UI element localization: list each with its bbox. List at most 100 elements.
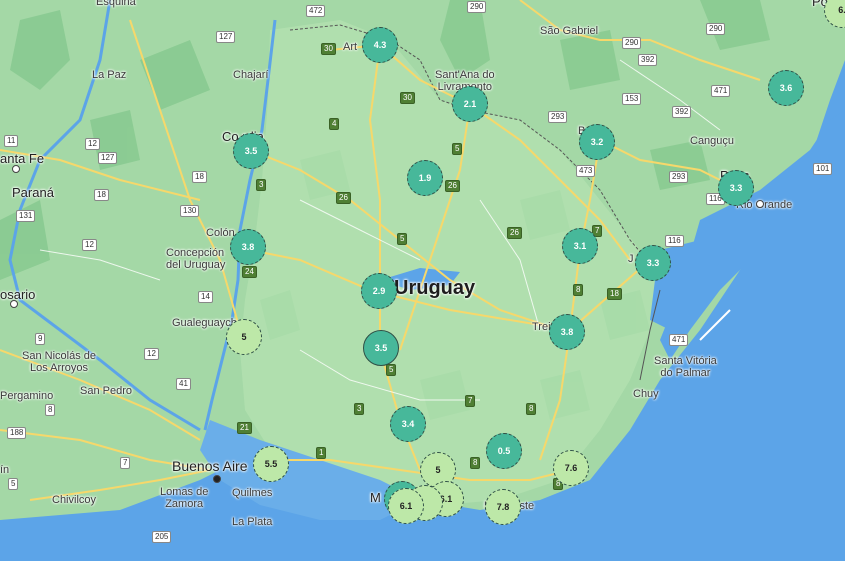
- cluster-marker[interactable]: 1.9: [407, 160, 443, 196]
- road-shield: 290: [706, 23, 726, 35]
- place-label-colon: Colón: [206, 227, 235, 239]
- road-shield: 11: [4, 135, 19, 147]
- cluster-marker[interactable]: 3.1: [562, 228, 598, 264]
- road-shield: 8: [45, 404, 56, 416]
- road-shield: 3: [256, 179, 267, 191]
- cluster-marker[interactable]: 3.8: [230, 229, 266, 265]
- cluster-marker[interactable]: 3.2: [579, 124, 615, 160]
- cluster-marker[interactable]: 3.5: [363, 330, 399, 366]
- city-dot-santa-fe: [12, 165, 20, 173]
- road-shield: 41: [176, 378, 191, 390]
- place-label-artigas: Art: [343, 41, 358, 53]
- cluster-marker[interactable]: 0.5: [486, 433, 522, 469]
- road-shield: 101: [813, 163, 833, 175]
- road-shield: 3: [354, 403, 365, 415]
- cluster-marker[interactable]: 7.8: [485, 489, 521, 525]
- place-label-pergamino: Pergamino: [0, 390, 54, 402]
- road-shield: 471: [711, 85, 731, 97]
- place-label-junin: ín: [0, 464, 10, 476]
- road-shield: 8: [470, 457, 481, 469]
- road-shield: 5: [397, 233, 408, 245]
- place-label-cangucu: Canguçu: [690, 135, 735, 147]
- road-shield: 30: [321, 43, 336, 55]
- road-shield: 30: [400, 92, 415, 104]
- road-shield: 12: [144, 348, 159, 360]
- place-label-chivilcoy: Chivilcoy: [52, 494, 97, 506]
- place-label-san-pedro: San Pedro: [80, 385, 132, 397]
- place-label-buenos-aires: Buenos Aire: [172, 458, 248, 474]
- road-shield: 24: [242, 266, 257, 278]
- place-label-montevideo: M: [370, 490, 381, 505]
- road-shield: 14: [198, 291, 213, 303]
- place-label-sao-gabriel: São Gabriel: [540, 25, 599, 37]
- place-label-santa-vitoria: Santa Vitória do Palmar: [654, 355, 717, 379]
- road-shield: 4: [329, 118, 340, 130]
- cluster-marker[interactable]: 3.4: [390, 406, 426, 442]
- road-shield: 127: [98, 152, 118, 164]
- road-shield: 18: [94, 189, 109, 201]
- road-shield: 12: [85, 138, 100, 150]
- cluster-marker[interactable]: 5: [226, 319, 262, 355]
- cluster-marker[interactable]: 3.8: [549, 314, 585, 350]
- place-label-jaguarao: J: [628, 253, 634, 265]
- place-label-quilmes: Quilmes: [232, 487, 273, 499]
- road-shield: 205: [152, 531, 172, 543]
- cluster-marker[interactable]: 3.6: [768, 70, 804, 106]
- cluster-marker[interactable]: 6.1: [388, 488, 424, 524]
- road-shield: 5: [8, 478, 19, 490]
- road-shield: 392: [672, 106, 692, 118]
- road-shield: 7: [120, 457, 131, 469]
- city-dot-rio-grande: [756, 200, 764, 208]
- country-label: Uruguay: [394, 277, 476, 299]
- road-shield: 130: [180, 205, 200, 217]
- place-label-chuy: Chuy: [633, 388, 659, 400]
- place-label-rosario: osario: [0, 287, 36, 302]
- road-shield: 290: [467, 1, 487, 13]
- road-shield: 473: [576, 165, 596, 177]
- road-shield: 5: [386, 364, 397, 376]
- road-shield: 26: [445, 180, 460, 192]
- cluster-marker[interactable]: 5.5: [253, 446, 289, 482]
- road-shield: 290: [622, 37, 642, 49]
- road-shield: 153: [622, 93, 642, 105]
- road-shield: 131: [16, 210, 36, 222]
- road-shield: 26: [336, 192, 351, 204]
- place-label-parana: Paraná: [12, 185, 54, 200]
- road-shield: 7: [465, 395, 476, 407]
- place-label-santa-fe: anta Fe: [0, 151, 45, 166]
- road-shield: 18: [607, 288, 622, 300]
- place-label-lomas: Lomas de Zamora: [160, 486, 209, 510]
- cluster-marker[interactable]: 3.5: [233, 133, 269, 169]
- road-shield: 116: [665, 235, 684, 247]
- road-shield: 26: [507, 227, 522, 239]
- city-dot-buenos-aires: [213, 475, 221, 483]
- place-label-esquina: Esquina: [96, 0, 136, 8]
- cluster-marker[interactable]: 3.3: [718, 170, 754, 206]
- place-label-concepcion: Concepción del Uruguay: [166, 247, 226, 271]
- road-shield: 8: [573, 284, 584, 296]
- cluster-marker[interactable]: 2.1: [452, 86, 488, 122]
- road-shield: 471: [669, 334, 689, 346]
- cluster-marker[interactable]: 2.9: [361, 273, 397, 309]
- road-shield: 127: [216, 31, 236, 43]
- road-shield: 5: [452, 143, 463, 155]
- cluster-marker[interactable]: 4.3: [362, 27, 398, 63]
- road-shield: 12: [82, 239, 97, 251]
- place-label-san-nicolas: San Nicolás de Los Arroyos: [22, 350, 96, 374]
- road-shield: 293: [669, 171, 689, 183]
- city-dot-rosario: [10, 300, 18, 308]
- road-shield: 8: [526, 403, 537, 415]
- road-shield: 392: [638, 54, 658, 66]
- road-shield: 1: [316, 447, 327, 459]
- road-shield: 472: [306, 5, 326, 17]
- road-shield: 293: [548, 111, 568, 123]
- place-label-la-plata: La Plata: [232, 516, 273, 528]
- road-shield: 9: [35, 333, 46, 345]
- cluster-marker[interactable]: 3.3: [635, 245, 671, 281]
- road-shield: 18: [192, 171, 207, 183]
- place-label-gualeguaychu: Gualeguaych: [172, 317, 237, 329]
- cluster-marker[interactable]: 7.6: [553, 450, 589, 486]
- road-shield: 188: [7, 427, 27, 439]
- place-label-la-paz: La Paz: [92, 69, 127, 81]
- place-label-chajari: Chajarí: [233, 69, 269, 81]
